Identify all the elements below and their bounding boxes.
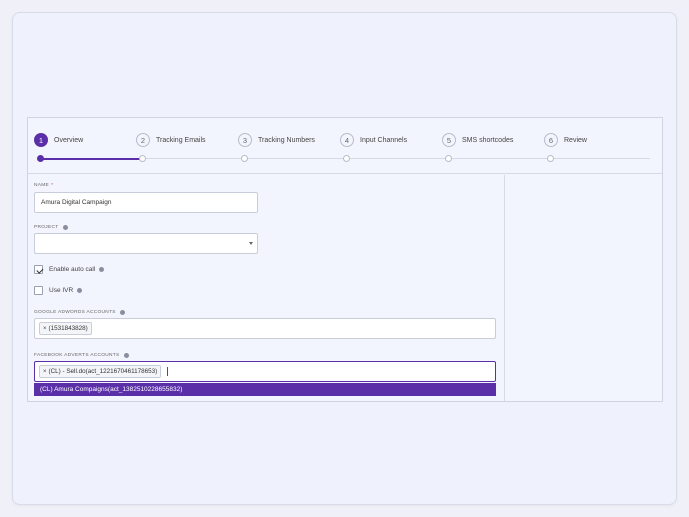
info-icon[interactable]: [123, 353, 129, 358]
step-tracking-emails[interactable]: 2 Tracking Emails: [136, 133, 206, 147]
ivr-checkbox[interactable]: [34, 286, 43, 295]
name-input[interactable]: Amura Digital Campaign: [34, 192, 258, 213]
progress-dot: [241, 155, 248, 162]
name-input-value: Amura Digital Campaign: [41, 199, 112, 206]
required-marker: *: [51, 183, 54, 188]
step-label: Tracking Emails: [156, 136, 206, 144]
facebook-dropdown-option[interactable]: (CL) Amura Compaigns(act_138251022865583…: [34, 383, 496, 396]
progress-dot: [343, 155, 350, 162]
adwords-label-text: GOOGLE ADWORDS ACCOUNTS: [34, 310, 116, 315]
name-label: NAME *: [34, 183, 53, 188]
progress-fill: [40, 157, 142, 160]
step-label: Overview: [54, 136, 84, 144]
step-number: 1: [34, 133, 48, 147]
info-icon[interactable]: [77, 288, 83, 293]
step-label: Tracking Numbers: [258, 136, 315, 144]
name-label-text: NAME: [34, 183, 50, 188]
project-label: PROJECT: [34, 225, 68, 230]
info-icon[interactable]: [62, 225, 68, 230]
progress-dot: [37, 155, 44, 162]
text-cursor: [167, 367, 169, 376]
adwords-tag: × (1531843828): [39, 322, 92, 335]
step-number: 2: [136, 133, 150, 147]
close-icon[interactable]: ×: [43, 369, 47, 375]
adwords-label: GOOGLE ADWORDS ACCOUNTS: [34, 310, 125, 315]
facebook-tag: × (CL) - Sell.do(act_1221670461178653): [39, 365, 162, 378]
ivr-row: Use IVR: [34, 286, 83, 295]
step-label: Input Channels: [360, 136, 408, 144]
facebook-multiselect[interactable]: × (CL) - Sell.do(act_1221670461178653): [34, 361, 496, 382]
progress-dot: [547, 155, 554, 162]
step-input-channels[interactable]: 4 Input Channels: [340, 133, 407, 147]
step-number: 5: [442, 133, 456, 147]
info-icon[interactable]: [119, 310, 125, 315]
step-number: 3: [238, 133, 252, 147]
close-icon[interactable]: ×: [43, 326, 47, 332]
column-divider: [504, 175, 505, 401]
dropdown-option-label: (CL) Amura Compaigns(act_138251022865583…: [40, 386, 183, 393]
project-select[interactable]: [34, 233, 258, 254]
step-number: 6: [544, 133, 558, 147]
step-review[interactable]: 6 Review: [544, 133, 587, 147]
info-icon[interactable]: [99, 267, 105, 272]
wizard-stepper: 1 Overview 2 Tracking Emails 3 Tracking …: [28, 118, 662, 174]
chevron-down-icon: [249, 242, 253, 245]
facebook-tag-label: (CL) - Sell.do(act_1221670461178653): [48, 368, 158, 375]
step-sms-shortcodes[interactable]: 5 SMS shortcodes: [442, 133, 513, 147]
step-number: 4: [340, 133, 354, 147]
progress-dot: [445, 155, 452, 162]
step-tracking-numbers[interactable]: 3 Tracking Numbers: [238, 133, 315, 147]
ivr-label: Use IVR: [49, 287, 74, 294]
facebook-label: FACEBOOK ADVERTS ACCOUNTS: [34, 353, 129, 358]
step-label: SMS shortcodes: [462, 136, 514, 144]
auto-call-checkbox[interactable]: [34, 265, 43, 274]
facebook-label-text: FACEBOOK ADVERTS ACCOUNTS: [34, 353, 120, 358]
step-overview[interactable]: 1 Overview: [34, 133, 83, 147]
adwords-multiselect[interactable]: × (1531843828): [34, 318, 496, 339]
auto-call-row: Enable auto call: [34, 265, 105, 274]
auto-call-label: Enable auto call: [49, 266, 96, 273]
campaign-wizard-panel: 1 Overview 2 Tracking Emails 3 Tracking …: [27, 117, 663, 402]
adwords-tag-label: (1531843828): [48, 325, 88, 332]
progress-dot: [139, 155, 146, 162]
step-label: Review: [564, 136, 587, 144]
project-label-text: PROJECT: [34, 225, 59, 230]
